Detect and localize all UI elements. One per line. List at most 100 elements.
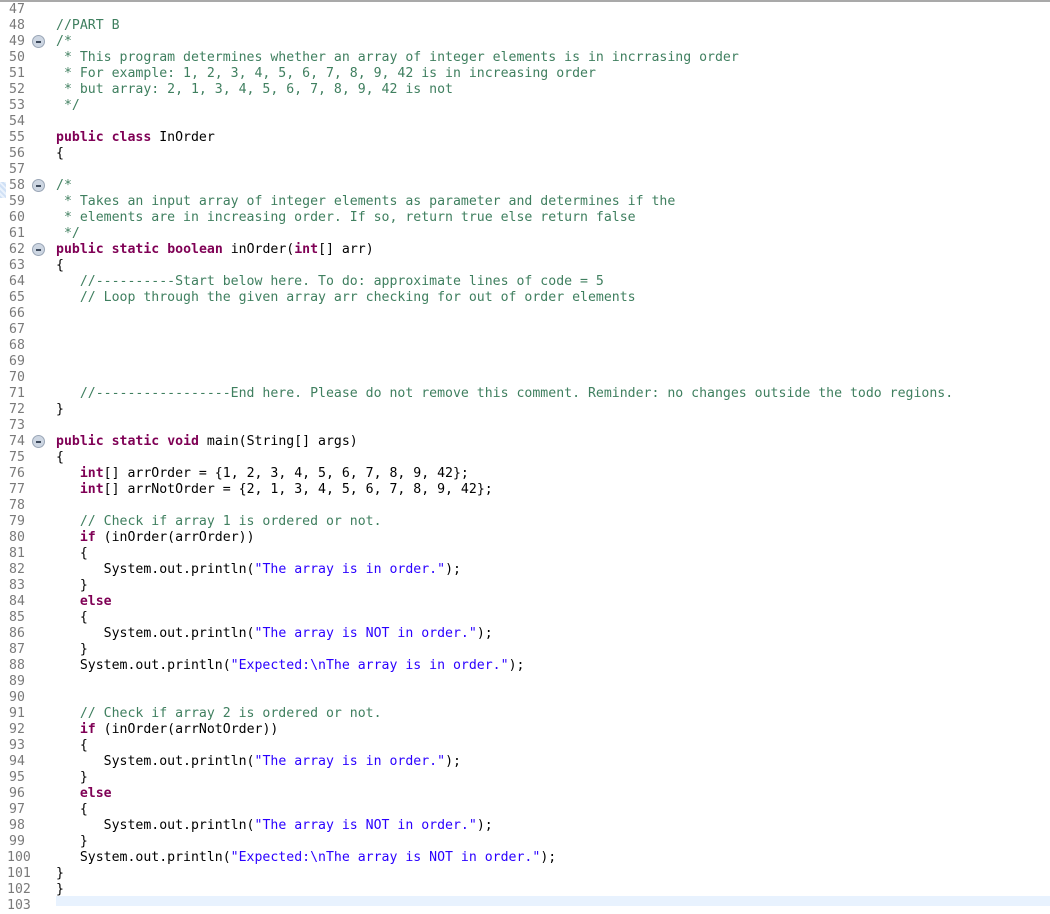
code-line[interactable]: 92 if (inOrder(arrNotOrder)) xyxy=(0,722,1050,738)
code-line[interactable]: 51 * For example: 1, 2, 3, 4, 5, 6, 7, 8… xyxy=(0,66,1050,82)
code-line[interactable]: 72} xyxy=(0,402,1050,418)
line-number: 60 xyxy=(9,210,25,225)
line-number: 77 xyxy=(9,482,25,497)
code-line[interactable]: 62 public static boolean inOrder(int[] ar… xyxy=(0,242,1050,258)
line-number: 92 xyxy=(9,722,25,737)
code-line[interactable]: 48 //PART B xyxy=(0,18,1050,34)
code-line[interactable]: 97 { xyxy=(0,802,1050,818)
code-text: // Check if array 2 is ordered or not. xyxy=(56,706,382,722)
code-line[interactable]: 65 // Loop through the given array arr c… xyxy=(0,290,1050,306)
code-text: } xyxy=(56,402,64,418)
keyword-token: int xyxy=(79,466,104,481)
line-number: 54 xyxy=(9,114,25,129)
code-line[interactable]: 54 xyxy=(0,114,1050,130)
code-line[interactable]: 102} xyxy=(0,882,1050,898)
code-line[interactable]: 57 xyxy=(0,162,1050,178)
code-text: int[] arrOrder = {1, 2, 3, 4, 5, 6, 7, 8… xyxy=(56,466,469,482)
code-line[interactable]: 84 else xyxy=(0,594,1050,610)
code-token: } xyxy=(56,834,88,849)
fold-collapse-icon[interactable] xyxy=(32,243,45,256)
code-line[interactable]: 90 xyxy=(0,690,1050,706)
line-number: 88 xyxy=(9,658,25,673)
code-text: { xyxy=(56,738,88,754)
code-line[interactable]: 80 if (inOrder(arrOrder)) xyxy=(0,530,1050,546)
code-line[interactable]: 66 xyxy=(0,306,1050,322)
code-line[interactable]: 75 { xyxy=(0,450,1050,466)
code-line[interactable]: 56 { xyxy=(0,146,1050,162)
code-line[interactable]: 93 { xyxy=(0,738,1050,754)
code-text: * This program determines whether an arr… xyxy=(56,50,739,66)
code-line[interactable]: 53 */ xyxy=(0,98,1050,114)
line-number: 84 xyxy=(9,594,25,609)
code-line[interactable]: 99 } xyxy=(0,834,1050,850)
line-number: 56 xyxy=(9,146,25,161)
code-line[interactable]: 103 xyxy=(0,898,1050,914)
code-line[interactable]: 47 xyxy=(0,2,1050,18)
code-line[interactable]: 94 System.out.println("The array is in o… xyxy=(0,754,1050,770)
line-number: 63 xyxy=(9,258,25,273)
code-line[interactable]: 82 System.out.println("The array is in o… xyxy=(0,562,1050,578)
comment-token: //-----------------End here. Please do n… xyxy=(56,386,954,401)
code-line[interactable]: 64 //----------Start below here. To do: … xyxy=(0,274,1050,290)
line-number: 101 xyxy=(7,866,31,881)
code-line[interactable]: 85 { xyxy=(0,610,1050,626)
code-token: [] arr) xyxy=(318,242,374,257)
code-line[interactable]: 77 int[] arrNotOrder = {2, 1, 3, 4, 5, 6… xyxy=(0,482,1050,498)
line-number: 95 xyxy=(9,770,25,785)
code-text: { xyxy=(56,610,88,626)
line-number: 96 xyxy=(9,786,25,801)
code-line[interactable]: 63 { xyxy=(0,258,1050,274)
code-line[interactable]: 91 // Check if array 2 is ordered or not… xyxy=(0,706,1050,722)
code-line[interactable]: 88 System.out.println("Expected:\nThe ar… xyxy=(0,658,1050,674)
comment-token: /* xyxy=(56,34,72,49)
code-token: { xyxy=(56,146,64,161)
code-line[interactable]: 95 } xyxy=(0,770,1050,786)
code-line[interactable]: 50 * This program determines whether an … xyxy=(0,50,1050,66)
code-line[interactable]: 68 xyxy=(0,338,1050,354)
code-line[interactable]: 98 System.out.println("The array is NOT … xyxy=(0,818,1050,834)
fold-collapse-icon[interactable] xyxy=(32,179,45,192)
fold-collapse-icon[interactable] xyxy=(32,35,45,48)
code-line[interactable]: 78 xyxy=(0,498,1050,514)
code-line[interactable]: 87 } xyxy=(0,642,1050,658)
code-line[interactable]: 61 */ xyxy=(0,226,1050,242)
code-line[interactable]: 55 public class InOrder xyxy=(0,130,1050,146)
line-number: 76 xyxy=(9,466,25,481)
comment-token: * For example: 1, 2, 3, 4, 5, 6, 7, 8, 9… xyxy=(56,66,596,81)
keyword-token: static xyxy=(111,242,160,257)
code-line[interactable]: 67 xyxy=(0,322,1050,338)
comment-token: // Check if array 2 is ordered or not. xyxy=(56,706,382,721)
code-line[interactable]: 58/* xyxy=(0,178,1050,194)
code-text: System.out.println("Expected:\nThe array… xyxy=(56,850,556,866)
code-line[interactable]: 86 System.out.println("The array is NOT … xyxy=(0,626,1050,642)
line-number: 47 xyxy=(9,2,25,17)
code-line[interactable]: 81 { xyxy=(0,546,1050,562)
code-token: System.out.println( xyxy=(56,658,231,673)
code-line[interactable]: 74 public static void main(String[] args) xyxy=(0,434,1050,450)
code-line[interactable]: 59 * Takes an input array of integer ele… xyxy=(0,194,1050,210)
line-number: 87 xyxy=(9,642,25,657)
code-editor[interactable]: 47 48 //PART B 49/* 50 * This program determ… xyxy=(0,2,1050,913)
line-number: 79 xyxy=(9,514,25,529)
string-token: "The array is NOT in order." xyxy=(254,626,477,641)
code-line[interactable]: 71 //-----------------End here. Please d… xyxy=(0,386,1050,402)
code-line[interactable]: 60 * elements are in increasing order. I… xyxy=(0,210,1050,226)
keyword-token: public xyxy=(56,130,104,145)
code-line[interactable]: 69 xyxy=(0,354,1050,370)
code-line[interactable]: 96 else xyxy=(0,786,1050,802)
fold-collapse-icon[interactable] xyxy=(32,435,45,448)
code-line[interactable]: 73 xyxy=(0,418,1050,434)
code-line[interactable]: 70 xyxy=(0,370,1050,386)
code-token: ); xyxy=(540,850,557,865)
line-number: 66 xyxy=(9,306,25,321)
code-token: inOrder( xyxy=(222,242,295,257)
code-line[interactable]: 101} xyxy=(0,866,1050,882)
code-line[interactable]: 79 // Check if array 1 is ordered or not… xyxy=(0,514,1050,530)
code-line[interactable]: 76 int[] arrOrder = {1, 2, 3, 4, 5, 6, 7… xyxy=(0,466,1050,482)
code-line[interactable]: 100 System.out.println("Expected:\nThe a… xyxy=(0,850,1050,866)
code-line[interactable]: 52 * but array: 2, 1, 3, 4, 5, 6, 7, 8, … xyxy=(0,82,1050,98)
code-line[interactable]: 89 xyxy=(0,674,1050,690)
code-line[interactable]: 83 } xyxy=(0,578,1050,594)
code-line[interactable]: 49/* xyxy=(0,34,1050,50)
